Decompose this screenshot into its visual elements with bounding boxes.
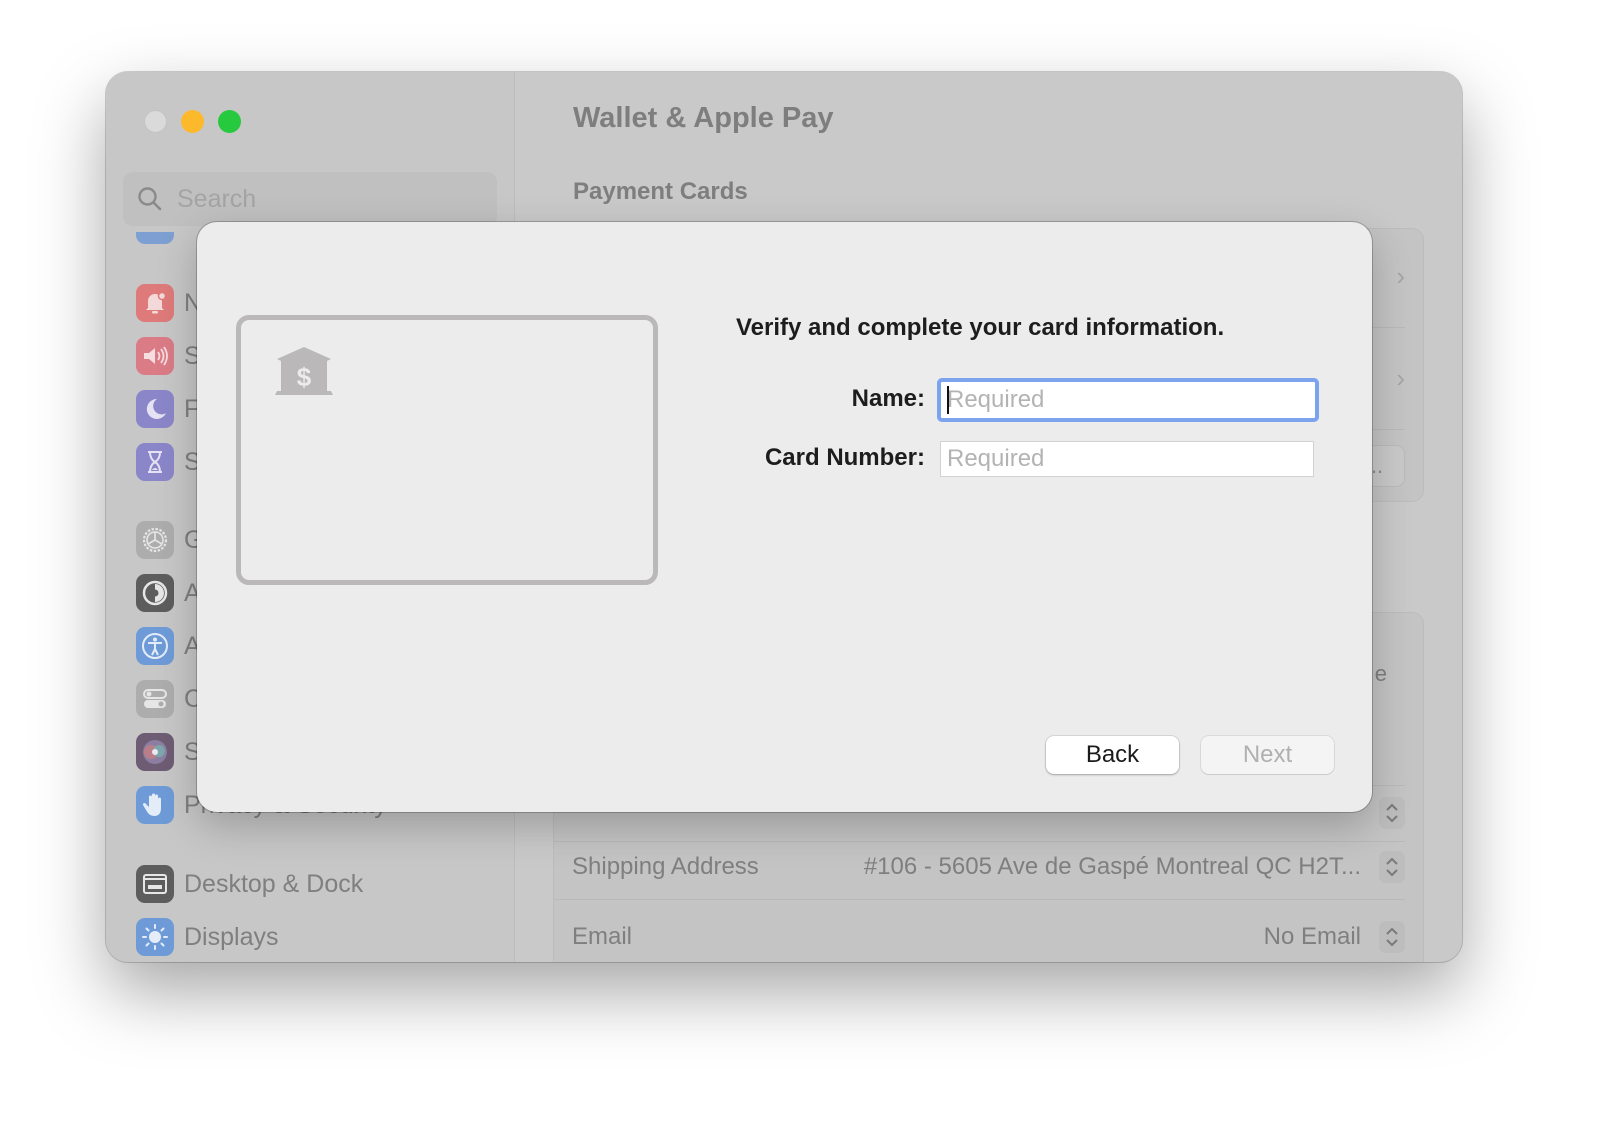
stepper-icon[interactable] (1379, 921, 1405, 953)
bank-dollar-icon: $ (275, 347, 333, 395)
svg-text:$: $ (297, 362, 312, 392)
moon-icon (136, 390, 174, 428)
card-number-label: Card Number: (764, 444, 925, 471)
partial-row-text: e (1374, 661, 1387, 686)
sidebar-item-appearance[interactable]: A (136, 573, 201, 613)
speaker-icon (136, 337, 174, 375)
sidebar-item-label: Desktop & Dock (184, 869, 364, 898)
siri-icon (136, 733, 174, 771)
control-center-icon (136, 680, 174, 718)
card-preview: $ (236, 315, 658, 585)
sidebar-item-desktop-dock[interactable]: Desktop & Dock (136, 864, 363, 904)
name-field[interactable] (937, 378, 1319, 422)
name-label: Name: (851, 385, 925, 412)
email-value[interactable]: No Email (1264, 923, 1361, 951)
page-title: Wallet & Apple Pay (573, 102, 834, 134)
next-button[interactable]: Next (1201, 736, 1334, 774)
search-icon (138, 187, 162, 211)
back-button[interactable]: Back (1046, 736, 1179, 774)
traffic-lights (144, 110, 241, 133)
stepper-icon[interactable] (1379, 851, 1405, 883)
sun-icon (136, 918, 174, 956)
sidebar-item-siri[interactable]: S (136, 732, 201, 772)
sidebar-item-accessibility[interactable]: A (136, 626, 201, 666)
sidebar-item-screen-time[interactable]: S (136, 442, 201, 482)
card-number-field[interactable] (940, 441, 1314, 477)
chevron-right-icon[interactable]: › (1396, 363, 1405, 394)
chevron-right-icon[interactable]: › (1396, 261, 1405, 292)
minimize-button[interactable] (181, 110, 204, 133)
appearance-icon (136, 574, 174, 612)
section-title-payment-cards: Payment Cards (573, 178, 748, 205)
sidebar-item-partial-icon (136, 232, 174, 244)
search-placeholder: Search (177, 184, 257, 213)
shipping-address-value[interactable]: #106 - 5605 Ave de Gaspé Montreal QC H2T… (864, 853, 1361, 881)
sidebar-item-control-center[interactable]: C (136, 679, 202, 719)
divider (554, 899, 1405, 900)
sidebar-item-general[interactable]: G (136, 520, 203, 560)
bell-icon (136, 284, 174, 322)
hourglass-icon (136, 443, 174, 481)
gear-icon (136, 521, 174, 559)
sidebar-item-sound[interactable]: S (136, 336, 201, 376)
sidebar-item-displays[interactable]: Displays (136, 917, 278, 957)
sidebar-item-notifications[interactable]: N (136, 283, 202, 323)
maximize-button[interactable] (218, 110, 241, 133)
shipping-address-label: Shipping Address (572, 853, 759, 880)
add-card-sheet: $ Verify and complete your card informat… (197, 222, 1372, 812)
hand-icon (136, 786, 174, 824)
sidebar-item-focus[interactable]: F (136, 389, 199, 429)
close-button[interactable] (144, 110, 167, 133)
accessibility-icon (136, 627, 174, 665)
divider (554, 841, 1405, 842)
text-caret (947, 386, 949, 414)
sidebar-item-label: Displays (184, 922, 279, 951)
stepper-icon[interactable] (1379, 797, 1405, 829)
dock-icon (136, 865, 174, 903)
search-field[interactable]: Search (123, 172, 497, 226)
sheet-prompt: Verify and complete your card informatio… (736, 314, 1225, 341)
email-label: Email (572, 923, 633, 950)
